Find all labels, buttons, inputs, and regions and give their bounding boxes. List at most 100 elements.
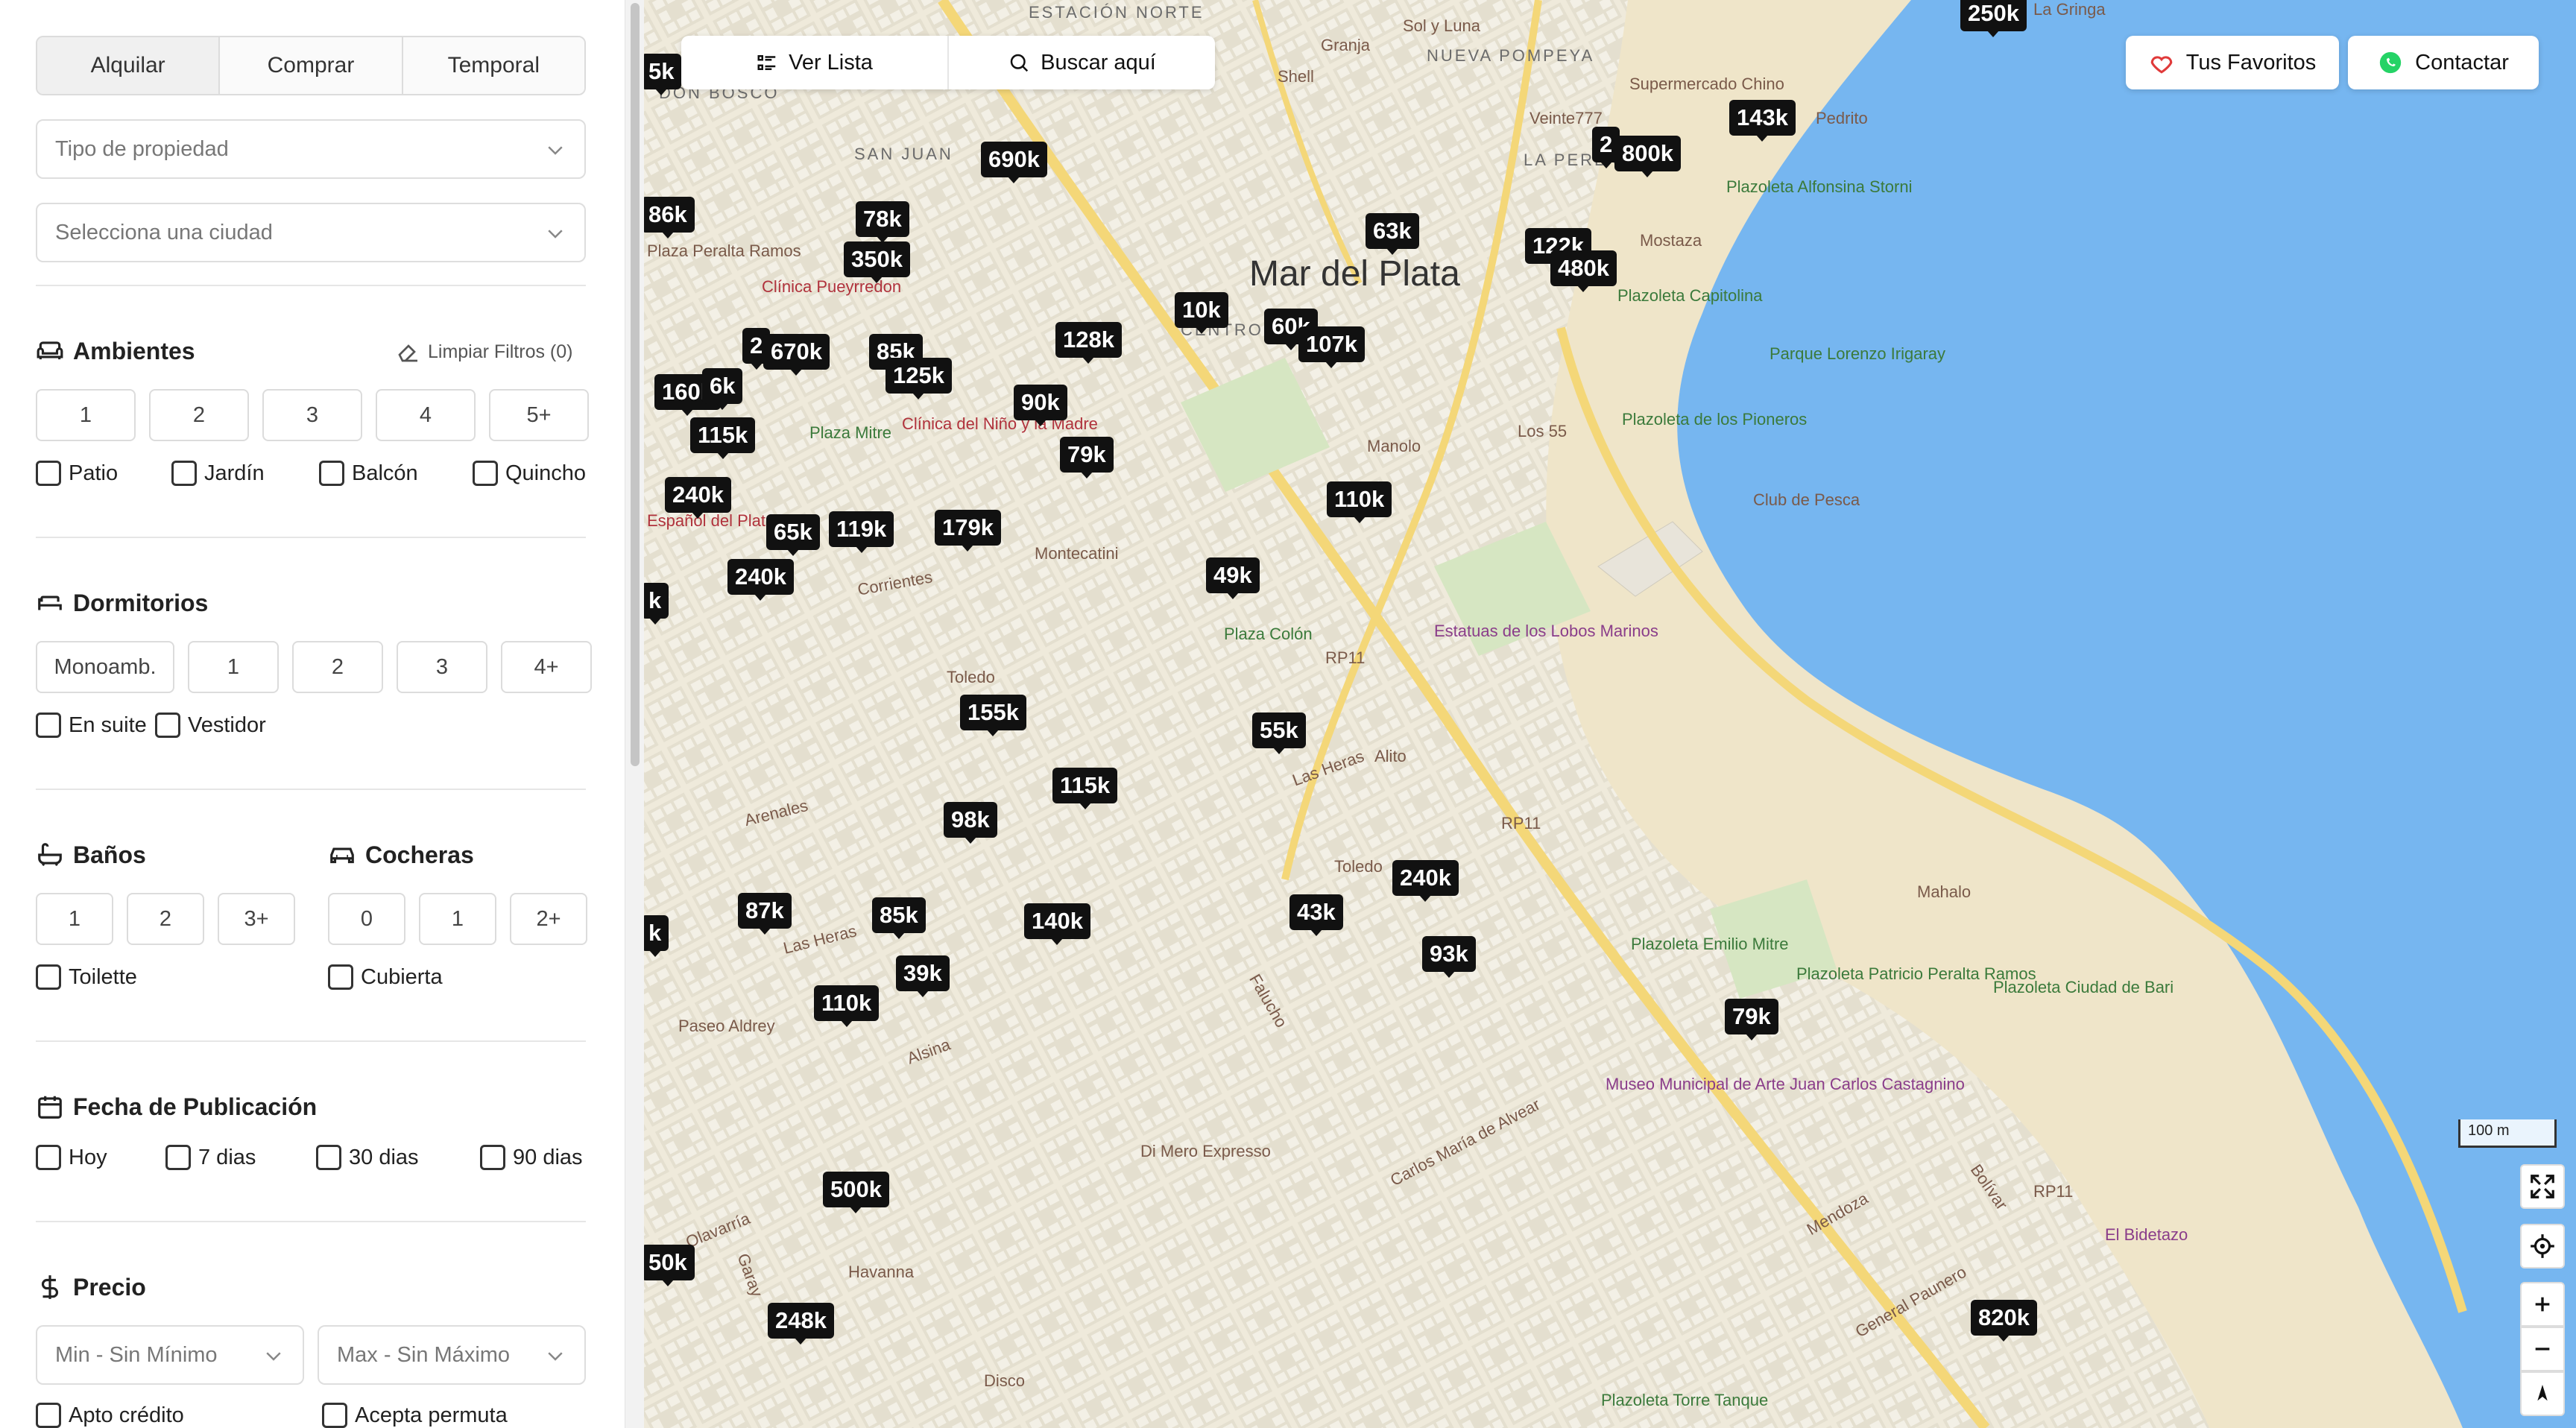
price-marker[interactable]: 125k (886, 358, 952, 399)
balcon-checkbox[interactable]: Balcón (319, 461, 418, 486)
tab-alquilar[interactable]: Alquilar (37, 37, 221, 94)
checkbox-box[interactable] (171, 461, 197, 486)
checkbox-box[interactable] (322, 1403, 347, 1428)
jardin-checkbox[interactable]: Jardín (171, 461, 265, 486)
cocheras-option-2plus[interactable]: 2+ (510, 893, 587, 945)
locate-button[interactable] (2520, 1224, 2565, 1269)
price-marker[interactable]: 248k (768, 1303, 834, 1345)
price-marker[interactable]: k (644, 915, 669, 957)
price-marker[interactable]: 78k (856, 201, 909, 243)
price-marker[interactable]: 115k (1052, 768, 1118, 809)
price-marker[interactable]: 350k (844, 241, 910, 283)
quincho-checkbox[interactable]: Quincho (473, 461, 586, 486)
scrollbar-thumb[interactable] (631, 3, 640, 766)
zoom-out-button[interactable] (2520, 1327, 2565, 1371)
checkbox-box[interactable] (165, 1145, 191, 1170)
price-marker[interactable]: 119k (829, 511, 894, 553)
cocheras-option-1[interactable]: 1 (419, 893, 496, 945)
price-marker[interactable]: 690k (981, 142, 1047, 183)
checkbox-box[interactable] (480, 1145, 505, 1170)
compass-button[interactable] (2520, 1371, 2565, 1416)
price-marker[interactable]: 179k (935, 510, 1001, 552)
banos-option-2[interactable]: 2 (127, 893, 204, 945)
acepta-permuta-checkbox[interactable]: Acepta permuta (322, 1403, 508, 1428)
price-marker[interactable]: 6k (702, 368, 743, 410)
ambientes-option-2[interactable]: 2 (149, 389, 249, 441)
price-marker[interactable]: 800k (1614, 136, 1681, 177)
checkbox-box[interactable] (328, 964, 353, 990)
checkbox-box[interactable] (36, 461, 61, 486)
max-price-select[interactable]: Max - Sin Máximo (318, 1325, 586, 1385)
banos-option-1[interactable]: 1 (36, 893, 113, 945)
dormitorios-option-4plus[interactable]: 4+ (501, 641, 592, 693)
dormitorios-option-2[interactable]: 2 (292, 641, 383, 693)
zoom-in-button[interactable] (2520, 1282, 2565, 1327)
price-marker[interactable]: 128k (1055, 322, 1122, 364)
price-marker[interactable]: 98k (944, 802, 997, 844)
price-marker[interactable]: 240k (1392, 860, 1459, 902)
ambientes-option-1[interactable]: 1 (36, 389, 136, 441)
price-marker[interactable]: 79k (1725, 999, 1778, 1040)
30dias-checkbox[interactable]: 30 dias (316, 1145, 419, 1170)
min-price-select[interactable]: Min - Sin Mínimo (36, 1325, 304, 1385)
ambientes-option-5plus[interactable]: 5+ (489, 389, 589, 441)
contactar-button[interactable]: Contactar (2348, 36, 2539, 89)
city-select[interactable]: Selecciona una ciudad (36, 203, 586, 262)
checkbox-box[interactable] (155, 713, 180, 738)
checkbox-box[interactable] (36, 964, 61, 990)
price-marker[interactable]: 140k (1024, 903, 1090, 945)
price-marker[interactable]: 480k (1550, 250, 1617, 292)
price-marker[interactable]: 110k (1327, 481, 1392, 523)
tab-comprar[interactable]: Comprar (220, 37, 403, 94)
price-marker[interactable]: 65k (766, 514, 820, 556)
price-marker[interactable]: 115k (690, 417, 756, 459)
price-marker[interactable]: 500k (823, 1172, 889, 1213)
price-marker[interactable]: 240k (665, 477, 731, 519)
price-marker[interactable]: 39k (896, 955, 950, 997)
favoritos-button[interactable]: Tus Favoritos (2126, 36, 2339, 89)
vestidor-checkbox[interactable]: Vestidor (155, 713, 266, 738)
price-marker[interactable]: 107k (1298, 326, 1365, 368)
checkbox-box[interactable] (319, 461, 344, 486)
price-marker[interactable]: 670k (763, 334, 830, 376)
dormitorios-option-1[interactable]: 1 (188, 641, 279, 693)
ver-lista-button[interactable]: Ver Lista (681, 36, 949, 89)
price-marker[interactable]: 79k (1060, 437, 1114, 478)
price-marker[interactable]: 55k (1252, 713, 1306, 754)
sidebar-scrollbar[interactable] (625, 0, 644, 1428)
price-marker[interactable]: 5k (644, 54, 682, 95)
price-marker[interactable]: 110k (814, 985, 880, 1027)
checkbox-box[interactable] (36, 1145, 61, 1170)
patio-checkbox[interactable]: Patio (36, 461, 118, 486)
price-marker[interactable]: 820k (1971, 1300, 2037, 1342)
tab-temporal[interactable]: Temporal (402, 37, 584, 94)
apto-credito-checkbox[interactable]: Apto crédito (36, 1403, 184, 1428)
checkbox-box[interactable] (473, 461, 498, 486)
toilette-checkbox[interactable]: Toilette (36, 964, 137, 990)
buscar-aqui-button[interactable]: Buscar aquí (949, 36, 1215, 89)
price-marker[interactable]: 87k (738, 893, 792, 935)
dormitorios-option-monoamb[interactable]: Monoamb. (36, 641, 174, 693)
price-marker[interactable]: 86k (644, 197, 695, 238)
price-marker[interactable]: 63k (1366, 213, 1419, 255)
ambientes-option-3[interactable]: 3 (262, 389, 362, 441)
fullscreen-button[interactable] (2520, 1164, 2565, 1209)
hoy-checkbox[interactable]: Hoy (36, 1145, 107, 1170)
price-marker[interactable]: 85k (872, 897, 926, 939)
map[interactable]: ESTACIÓN NORTE NUEVA POMPEYA DON BOSCO S… (644, 0, 2576, 1428)
price-marker[interactable]: 93k (1422, 936, 1476, 978)
cocheras-option-0[interactable]: 0 (328, 893, 405, 945)
en-suite-checkbox[interactable]: En suite (36, 713, 147, 738)
90dias-checkbox[interactable]: 90 dias (480, 1145, 583, 1170)
price-marker[interactable]: 49k (1206, 557, 1260, 599)
cubierta-checkbox[interactable]: Cubierta (328, 964, 443, 990)
checkbox-box[interactable] (36, 713, 61, 738)
price-marker[interactable]: 90k (1014, 385, 1067, 426)
checkbox-box[interactable] (36, 1403, 61, 1428)
checkbox-box[interactable] (316, 1145, 341, 1170)
price-marker[interactable]: 240k (727, 559, 794, 601)
7dias-checkbox[interactable]: 7 dias (165, 1145, 256, 1170)
ambientes-option-4[interactable]: 4 (376, 389, 476, 441)
price-marker[interactable]: 155k (960, 695, 1026, 736)
price-marker[interactable]: 43k (1289, 894, 1343, 936)
